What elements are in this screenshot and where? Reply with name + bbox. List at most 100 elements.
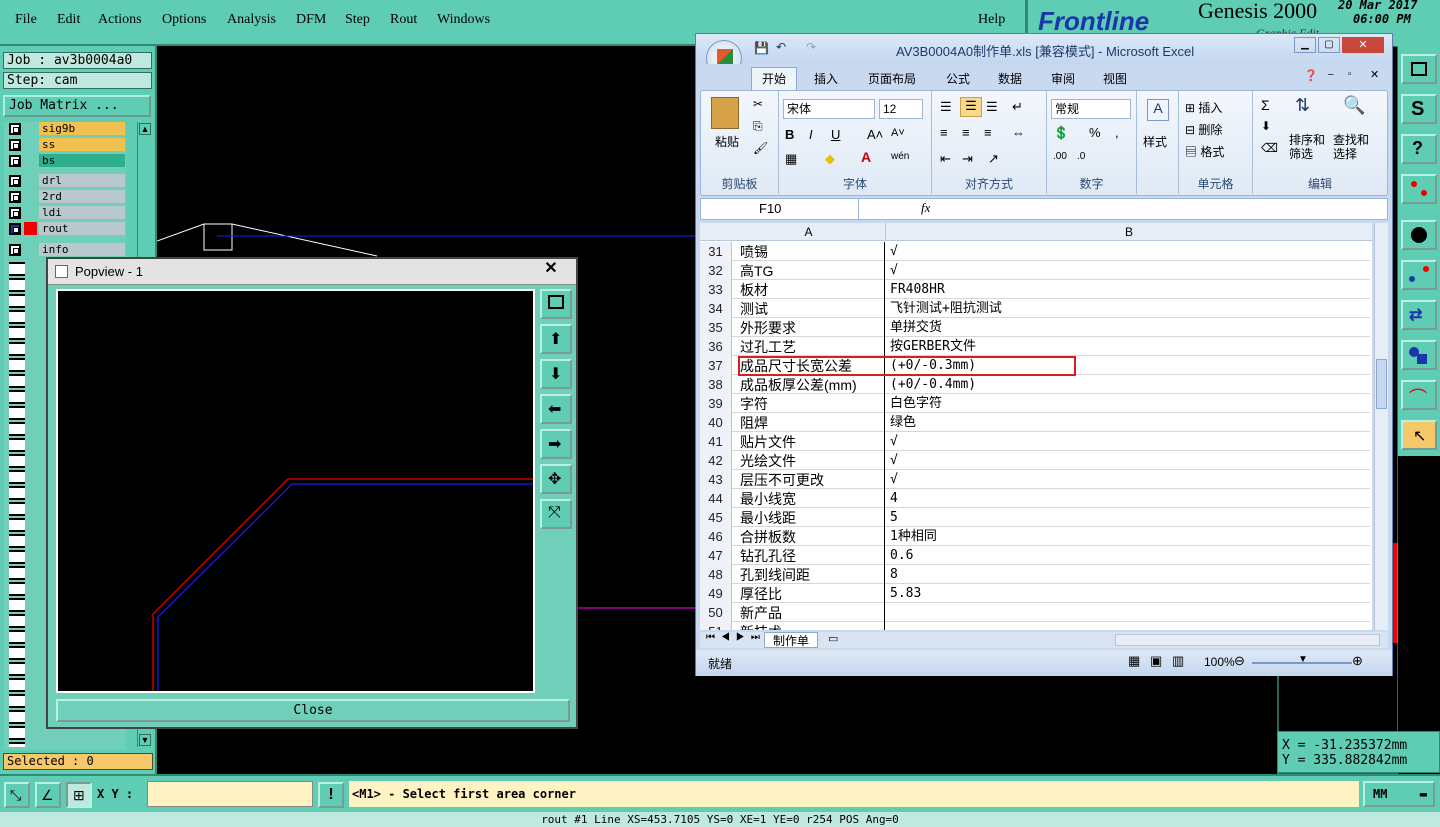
align-top-icon[interactable]: ☰ — [940, 99, 952, 115]
row-number[interactable]: 50 — [700, 603, 732, 622]
percent-icon[interactable]: % — [1089, 125, 1101, 140]
help-icon[interactable]: ? — [1401, 134, 1437, 164]
ribbon-min-icon[interactable]: – — [1328, 69, 1334, 80]
cell-b[interactable]: 5 — [890, 508, 1370, 527]
table-row[interactable]: 47 钻孔孔径 0.6 — [700, 546, 1370, 565]
table-row[interactable]: 46 合拼板数 1种相同 — [700, 527, 1370, 546]
menu-actions[interactable]: Actions — [98, 12, 142, 28]
bold-icon[interactable]: B — [785, 127, 794, 142]
window-icon[interactable] — [1401, 54, 1437, 84]
pad-icon[interactable] — [1401, 220, 1437, 250]
zoom-in-icon[interactable]: ⊕ — [1352, 653, 1363, 669]
xy-input[interactable] — [147, 781, 313, 807]
cell-a[interactable]: 贴片文件 — [740, 432, 885, 451]
border-icon[interactable]: ▦ — [785, 151, 797, 167]
excel-hscroll[interactable] — [1115, 634, 1380, 646]
shrink-font-icon[interactable]: A˅ — [891, 127, 905, 139]
row-number[interactable]: 51 — [700, 622, 732, 630]
table-row[interactable]: 38 成品板厚公差(mm) (+0/-0.4mm) — [700, 375, 1370, 394]
format-cells[interactable]: ▤ 格式 — [1185, 143, 1224, 160]
row-number[interactable]: 48 — [700, 565, 732, 584]
cell-a[interactable]: 厚径比 — [740, 584, 885, 603]
checkbox-icon[interactable] — [9, 123, 21, 135]
row-number[interactable]: 35 — [700, 318, 732, 337]
sheet-nav-icon[interactable]: ⏮◀▶⏭ — [706, 632, 766, 643]
row-number[interactable]: 46 — [700, 527, 732, 546]
cell-a[interactable]: 合拼板数 — [740, 527, 885, 546]
layers-icon[interactable] — [1401, 174, 1437, 204]
normal-view-icon[interactable]: ▦ — [1128, 653, 1140, 669]
menu-help[interactable]: Help — [978, 12, 1005, 28]
cell-b[interactable]: 5.83 — [890, 584, 1370, 603]
align-center-icon[interactable]: ≡ — [962, 125, 970, 140]
cell-a[interactable]: 字符 — [740, 394, 885, 413]
row-number[interactable]: 39 — [700, 394, 732, 413]
outdent-icon[interactable]: ⇤ — [940, 151, 951, 167]
cell-b[interactable]: √ — [890, 432, 1370, 451]
align-bottom-icon[interactable]: ☰ — [986, 99, 998, 115]
redo-icon[interactable]: ↷ — [806, 40, 816, 54]
paste-icon[interactable] — [711, 97, 739, 129]
menu-options[interactable]: Options — [162, 12, 206, 28]
cell-b[interactable]: 单拼交货 — [890, 318, 1370, 337]
cell-a[interactable]: 新技术 — [740, 622, 885, 630]
table-row[interactable]: 42 光绘文件 √ — [700, 451, 1370, 470]
new-sheet-icon[interactable]: ▭ — [828, 632, 838, 645]
layer-row[interactable]: bs — [4, 154, 126, 168]
number-format-select[interactable]: 常规 — [1051, 99, 1131, 119]
table-row[interactable]: 49 厚径比 5.83 — [700, 584, 1370, 603]
tab-formulas[interactable]: 公式 — [946, 70, 970, 87]
font-size-select[interactable]: 12 — [879, 99, 923, 119]
cell-a[interactable]: 新产品 — [740, 603, 885, 622]
tab-view[interactable]: 视图 — [1103, 70, 1127, 87]
pan-up-icon[interactable]: ⬆ — [540, 324, 572, 354]
table-row[interactable]: 35 外形要求 单拼交货 — [700, 318, 1370, 337]
cell-a[interactable]: 钻孔孔径 — [740, 546, 885, 565]
row-number[interactable]: 32 — [700, 261, 732, 280]
sheet-grid[interactable]: A B 31 喷锡 √ 32 高TG √ 33 板材 FR408HR 34 测试 飞针测试+阻抗测试 3… — [700, 223, 1372, 630]
cell-a[interactable]: 喷锡 — [740, 242, 885, 261]
autosum-icon[interactable]: Σ — [1261, 97, 1270, 113]
insert-cells[interactable]: ⊞ 插入 — [1185, 99, 1222, 116]
measure-icon[interactable] — [1401, 260, 1437, 290]
popview-canvas[interactable] — [56, 289, 535, 693]
table-row[interactable]: 50 新产品 — [700, 603, 1370, 622]
ribbon-restore-icon[interactable]: ▫ — [1348, 69, 1352, 80]
excel-vscroll[interactable] — [1374, 223, 1388, 630]
pan-left-icon[interactable]: ⬅ — [540, 394, 572, 424]
page-layout-icon[interactable]: ▣ — [1150, 653, 1162, 669]
merge-icon[interactable]: ⇔ — [1012, 125, 1025, 140]
snap-icon[interactable]: ∠ — [35, 782, 61, 808]
cell-a[interactable]: 过孔工艺 — [740, 337, 885, 356]
cell-b[interactable]: 按GERBER文件 — [890, 337, 1370, 356]
table-row[interactable]: 45 最小线距 5 — [700, 508, 1370, 527]
row-number[interactable]: 44 — [700, 489, 732, 508]
flip-icon[interactable]: ⇄ — [1401, 300, 1437, 330]
sort-icon[interactable]: ⇅ — [1295, 95, 1310, 116]
fill-icon[interactable]: ⬇ — [1261, 119, 1271, 133]
close-icon[interactable]: ✕ — [1342, 37, 1384, 53]
zoom-level[interactable]: 100% — [1204, 655, 1235, 669]
align-right-icon[interactable]: ≡ — [984, 125, 992, 140]
layer-row[interactable]: ldi — [4, 206, 126, 220]
paste-label[interactable]: 粘贴 — [715, 133, 739, 150]
cell-b[interactable] — [890, 603, 1370, 622]
job-matrix-button[interactable]: Job Matrix ... — [3, 95, 151, 117]
cell-b[interactable]: √ — [890, 261, 1370, 280]
copy-icon[interactable]: ⎘ — [753, 119, 763, 134]
alert-icon[interactable]: ! — [318, 782, 344, 808]
font-color-icon[interactable]: A — [861, 149, 871, 165]
menu-windows[interactable]: Windows — [437, 12, 490, 28]
zoom-area-icon[interactable]: ⤡ — [4, 782, 30, 808]
align-left-icon[interactable]: ≡ — [940, 125, 948, 140]
cell-b[interactable]: 1种相同 — [890, 527, 1370, 546]
cell-b[interactable]: √ — [890, 470, 1370, 489]
row-number[interactable]: 41 — [700, 432, 732, 451]
page-break-icon[interactable]: ▥ — [1172, 653, 1184, 669]
table-row[interactable]: 36 过孔工艺 按GERBER文件 — [700, 337, 1370, 356]
find-icon[interactable]: 🔍 — [1343, 95, 1365, 116]
tab-page-layout[interactable]: 页面布局 — [868, 70, 916, 87]
scroll-down-icon[interactable]: ▼ — [139, 734, 151, 746]
zoom-out-icon[interactable]: ⊖ — [1234, 653, 1245, 669]
menu-file[interactable]: File — [15, 12, 37, 28]
